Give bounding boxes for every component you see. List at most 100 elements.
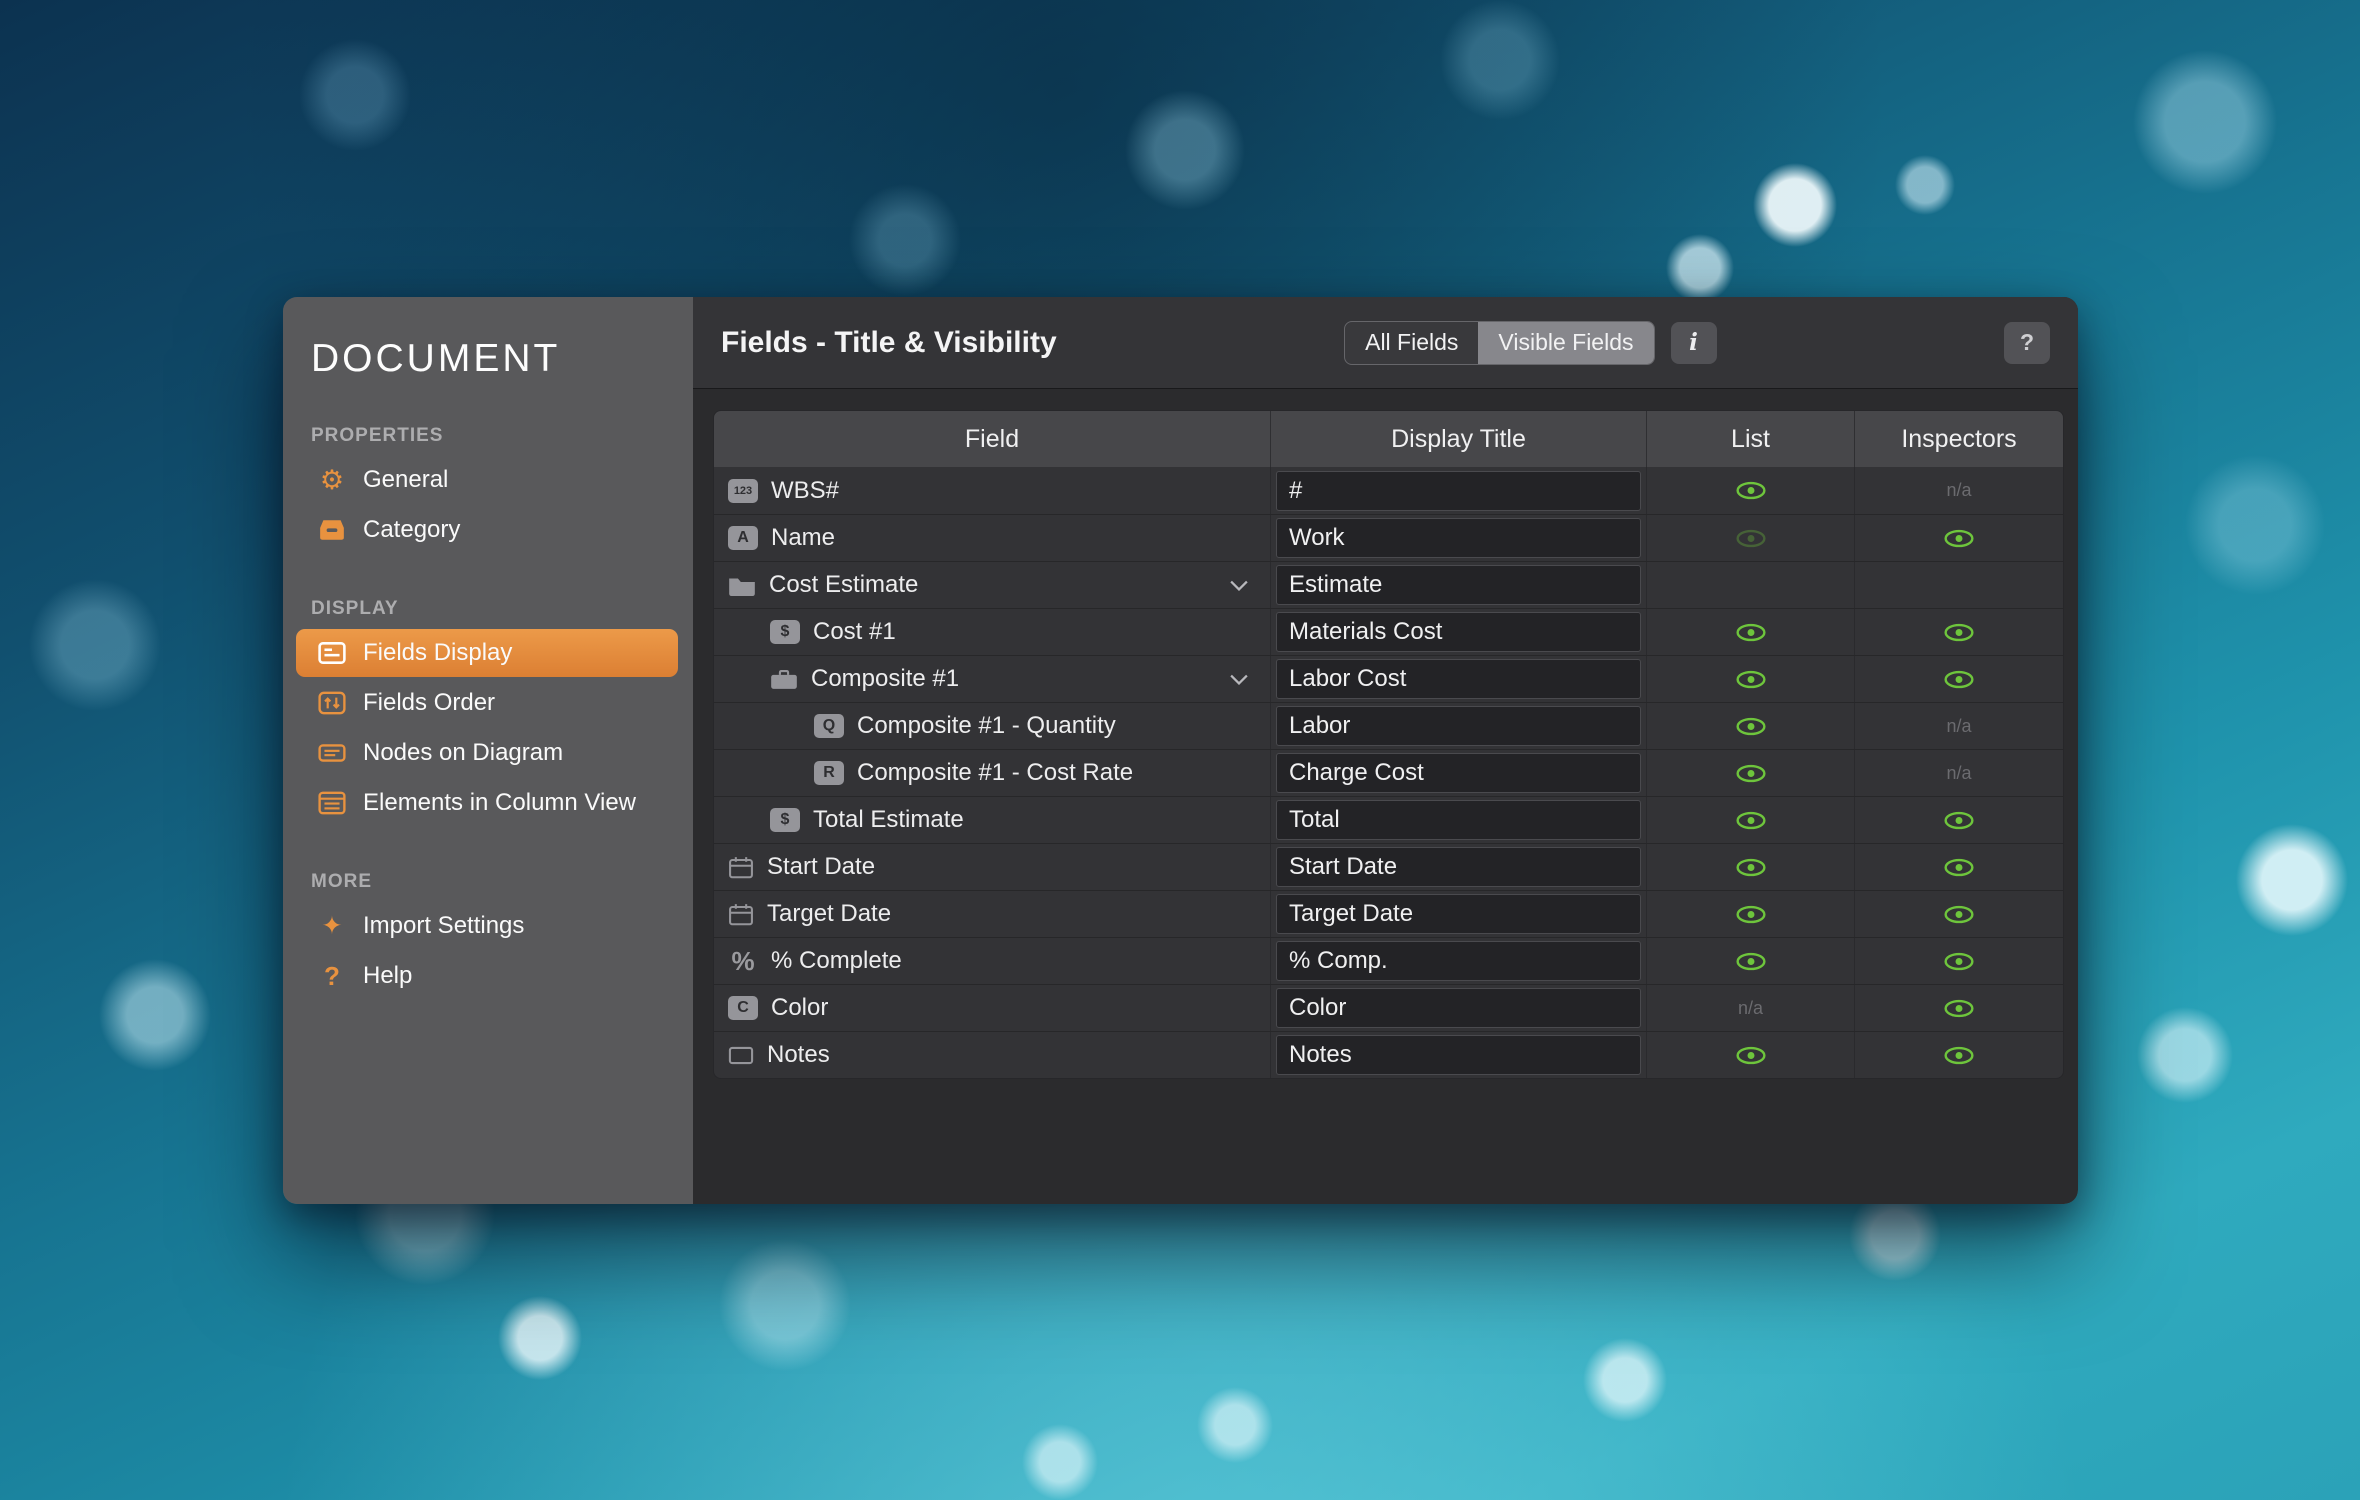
inspectors-visibility-eye-icon[interactable]: [1943, 1046, 1975, 1065]
info-button[interactable]: i: [1671, 322, 1717, 364]
table-row[interactable]: A Name Work: [714, 514, 2063, 561]
list-visibility-eye-icon[interactable]: [1735, 811, 1767, 830]
na-label: n/a: [1946, 716, 1971, 737]
table-row[interactable]: 123 WBS# # n/a: [714, 467, 2063, 514]
inspectors-visibility-eye-icon[interactable]: [1943, 811, 1975, 830]
field-label: Composite #1: [811, 665, 959, 693]
sidebar-item-label: General: [363, 466, 448, 494]
sidebar-item-general[interactable]: ⚙ General: [296, 456, 678, 504]
display-title-input[interactable]: Materials Cost: [1276, 612, 1641, 652]
sidebar-item-label: Nodes on Diagram: [363, 739, 563, 767]
list-visibility-eye-icon[interactable]: [1735, 1046, 1767, 1065]
sidebar-title: DOCUMENT: [311, 337, 693, 381]
display-title-input[interactable]: % Comp.: [1276, 941, 1641, 981]
sidebar-item-nodes-on-diagram[interactable]: Nodes on Diagram: [296, 729, 678, 777]
inspectors-visibility-eye-icon[interactable]: [1943, 623, 1975, 642]
display-title-input[interactable]: Total: [1276, 800, 1641, 840]
main-panel: Fields - Title & Visibility All Fields V…: [693, 297, 2078, 1204]
fields-filter-segmented[interactable]: All Fields Visible Fields: [1344, 321, 1654, 365]
table-header-row: Field Display Title List Inspectors: [714, 411, 2063, 467]
category-box-icon: [316, 518, 348, 542]
list-visibility-eye-icon[interactable]: [1735, 481, 1767, 500]
wbs-number-icon: 123: [728, 479, 758, 503]
notes-icon: [728, 1045, 754, 1066]
segment-visible-fields[interactable]: Visible Fields: [1478, 322, 1653, 364]
inspectors-visibility-eye-icon[interactable]: [1943, 999, 1975, 1018]
table-row[interactable]: Notes Notes: [714, 1031, 2063, 1078]
table-row[interactable]: Cost Estimate Estimate: [714, 561, 2063, 608]
sidebar-item-label: Help: [363, 962, 412, 990]
table-row[interactable]: $ Cost #1 Materials Cost: [714, 608, 2063, 655]
table-row[interactable]: C Color Color n/a: [714, 984, 2063, 1031]
list-visibility-eye-icon[interactable]: [1735, 529, 1767, 548]
sidebar-item-import-settings[interactable]: ✦ Import Settings: [296, 902, 678, 950]
help-button[interactable]: ?: [2004, 322, 2050, 364]
sidebar-item-elements-in-column-view[interactable]: Elements in Column View: [296, 779, 678, 827]
field-label: Start Date: [767, 853, 875, 881]
field-label: Composite #1 - Cost Rate: [857, 759, 1133, 787]
field-label: Composite #1 - Quantity: [857, 712, 1116, 740]
import-sparkle-icon: ✦: [316, 914, 348, 939]
table-row[interactable]: Q Composite #1 - Quantity Labor n/a: [714, 702, 2063, 749]
table-row[interactable]: Start Date Start Date: [714, 843, 2063, 890]
fields-display-icon: [316, 641, 348, 665]
elements-in-column-view-icon: [316, 791, 348, 815]
list-visibility-eye-icon[interactable]: [1735, 623, 1767, 642]
list-visibility-eye-icon[interactable]: [1735, 670, 1767, 689]
table-row[interactable]: % % Complete % Comp.: [714, 937, 2063, 984]
section-label: PROPERTIES: [311, 425, 693, 447]
list-visibility-eye-icon[interactable]: [1735, 717, 1767, 736]
fields-table: Field Display Title List Inspectors 123 …: [713, 410, 2064, 1079]
document-settings-window: DOCUMENT PROPERTIES ⚙ General Category D…: [283, 297, 2078, 1204]
display-title-input[interactable]: Target Date: [1276, 894, 1641, 934]
chevron-down-icon[interactable]: [1230, 580, 1248, 591]
table-row[interactable]: Target Date Target Date: [714, 890, 2063, 937]
field-label: Total Estimate: [813, 806, 964, 834]
header-controls: All Fields Visible Fields i: [1344, 321, 1716, 365]
section-label: DISPLAY: [311, 598, 693, 620]
field-label: WBS#: [771, 477, 839, 505]
list-visibility-eye-icon[interactable]: [1735, 764, 1767, 783]
sidebar-item-fields-order[interactable]: Fields Order: [296, 679, 678, 727]
display-title-input[interactable]: #: [1276, 471, 1641, 511]
column-header-list: List: [1647, 411, 1855, 467]
sidebar-item-label: Import Settings: [363, 912, 524, 940]
sidebar-item-category[interactable]: Category: [296, 506, 678, 554]
inspectors-visibility-eye-icon[interactable]: [1943, 529, 1975, 548]
segment-all-fields[interactable]: All Fields: [1345, 322, 1478, 364]
display-title-input[interactable]: Labor: [1276, 706, 1641, 746]
inspectors-visibility-eye-icon[interactable]: [1943, 952, 1975, 971]
display-title-input[interactable]: Labor Cost: [1276, 659, 1641, 699]
list-visibility-eye-icon[interactable]: [1735, 952, 1767, 971]
table-row[interactable]: R Composite #1 - Cost Rate Charge Cost n…: [714, 749, 2063, 796]
table-row[interactable]: Composite #1 Labor Cost: [714, 655, 2063, 702]
column-header-display-title: Display Title: [1271, 411, 1647, 467]
display-title-input[interactable]: Notes: [1276, 1035, 1641, 1075]
sidebar-item-fields-display[interactable]: Fields Display: [296, 629, 678, 677]
table-row[interactable]: $ Total Estimate Total: [714, 796, 2063, 843]
fields-order-icon: [316, 691, 348, 715]
calendar-icon: [728, 903, 754, 926]
chevron-down-icon[interactable]: [1230, 674, 1248, 685]
list-visibility-eye-icon[interactable]: [1735, 905, 1767, 924]
na-label: n/a: [1946, 480, 1971, 501]
display-title-input[interactable]: Start Date: [1276, 847, 1641, 887]
sidebar-item-help[interactable]: ? Help: [296, 952, 678, 1000]
gears-icon: ⚙: [316, 467, 348, 494]
field-label: Cost Estimate: [769, 571, 918, 599]
inspectors-visibility-eye-icon[interactable]: [1943, 670, 1975, 689]
display-title-input[interactable]: Color: [1276, 988, 1641, 1028]
inspectors-visibility-eye-icon[interactable]: [1943, 905, 1975, 924]
calendar-icon: [728, 856, 754, 879]
question-mark-icon: ?: [316, 961, 348, 992]
cost-rate-icon: R: [814, 761, 844, 785]
inspectors-visibility-eye-icon[interactable]: [1943, 858, 1975, 877]
display-title-input[interactable]: Estimate: [1276, 565, 1641, 605]
display-title-input[interactable]: Work: [1276, 518, 1641, 558]
page-title: Fields - Title & Visibility: [721, 326, 1057, 360]
list-visibility-eye-icon[interactable]: [1735, 858, 1767, 877]
sidebar-item-label: Fields Order: [363, 689, 495, 717]
section-label: MORE: [311, 871, 693, 893]
sidebar-section-more: MORE ✦ Import Settings ? Help: [283, 871, 693, 1000]
display-title-input[interactable]: Charge Cost: [1276, 753, 1641, 793]
